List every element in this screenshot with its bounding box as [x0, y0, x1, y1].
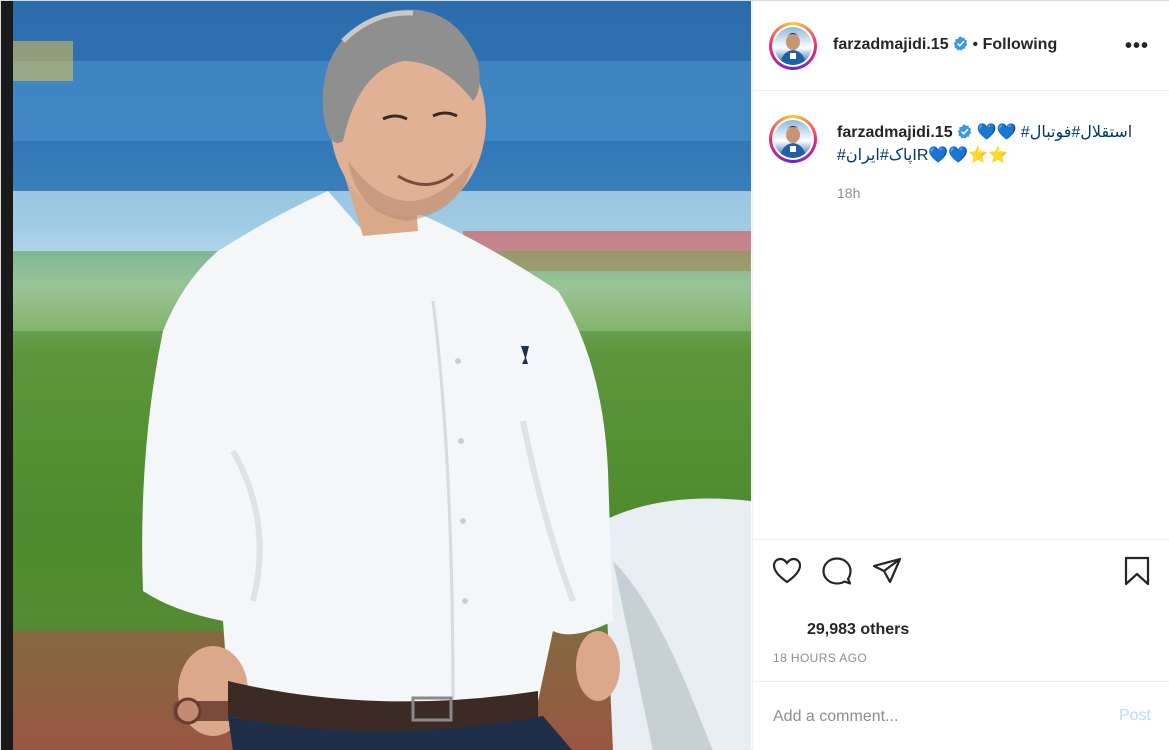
post-photo[interactable]: [13, 1, 751, 750]
caption-avatar-image: [774, 120, 812, 158]
post-comment-button[interactable]: Post: [1119, 707, 1151, 725]
author-avatar[interactable]: [769, 22, 817, 70]
caption-text: farzadmajidi.15 استقلال#فوتبال# 💙💙⭐⭐💙💙IR…: [837, 121, 1137, 167]
comment-bar: Post: [753, 681, 1169, 750]
heart-icon[interactable]: [771, 555, 803, 587]
bookmark-icon[interactable]: [1121, 555, 1153, 587]
share-icon[interactable]: [871, 555, 903, 587]
avatar-inner: [772, 25, 814, 67]
caption-verified-badge-icon: [957, 124, 972, 139]
post-timestamp[interactable]: 18 HOURS AGO: [773, 651, 867, 665]
comment-icon[interactable]: [821, 555, 853, 587]
left-edge-strip: [1, 1, 13, 750]
following-button[interactable]: Following: [983, 36, 1058, 53]
caption-avatar-inner: [772, 118, 814, 160]
caption-username[interactable]: farzadmajidi.15: [837, 124, 953, 141]
author-line: farzadmajidi.15 • Following: [833, 36, 1057, 54]
post-header: farzadmajidi.15 • Following •••: [753, 1, 1169, 91]
post-photo-illustration: [13, 1, 751, 750]
header-separator: •: [972, 36, 979, 53]
comment-input[interactable]: [773, 702, 1093, 732]
author-username[interactable]: farzadmajidi.15: [833, 36, 949, 53]
post-sidebar: farzadmajidi.15 • Following ••• farzadma…: [752, 1, 1169, 750]
verified-badge-icon: [953, 36, 968, 51]
action-bar: [753, 539, 1169, 599]
avatar-illustration: [780, 33, 806, 65]
caption-avatar[interactable]: [769, 115, 817, 163]
more-options-icon[interactable]: •••: [1125, 35, 1149, 58]
likes-count[interactable]: 29,983 others: [807, 621, 909, 639]
caption-avatar-illustration: [780, 126, 806, 158]
caption-time[interactable]: 18h: [837, 185, 860, 201]
avatar-image: [774, 27, 812, 65]
post-modal: farzadmajidi.15 • Following ••• farzadma…: [0, 0, 1169, 750]
